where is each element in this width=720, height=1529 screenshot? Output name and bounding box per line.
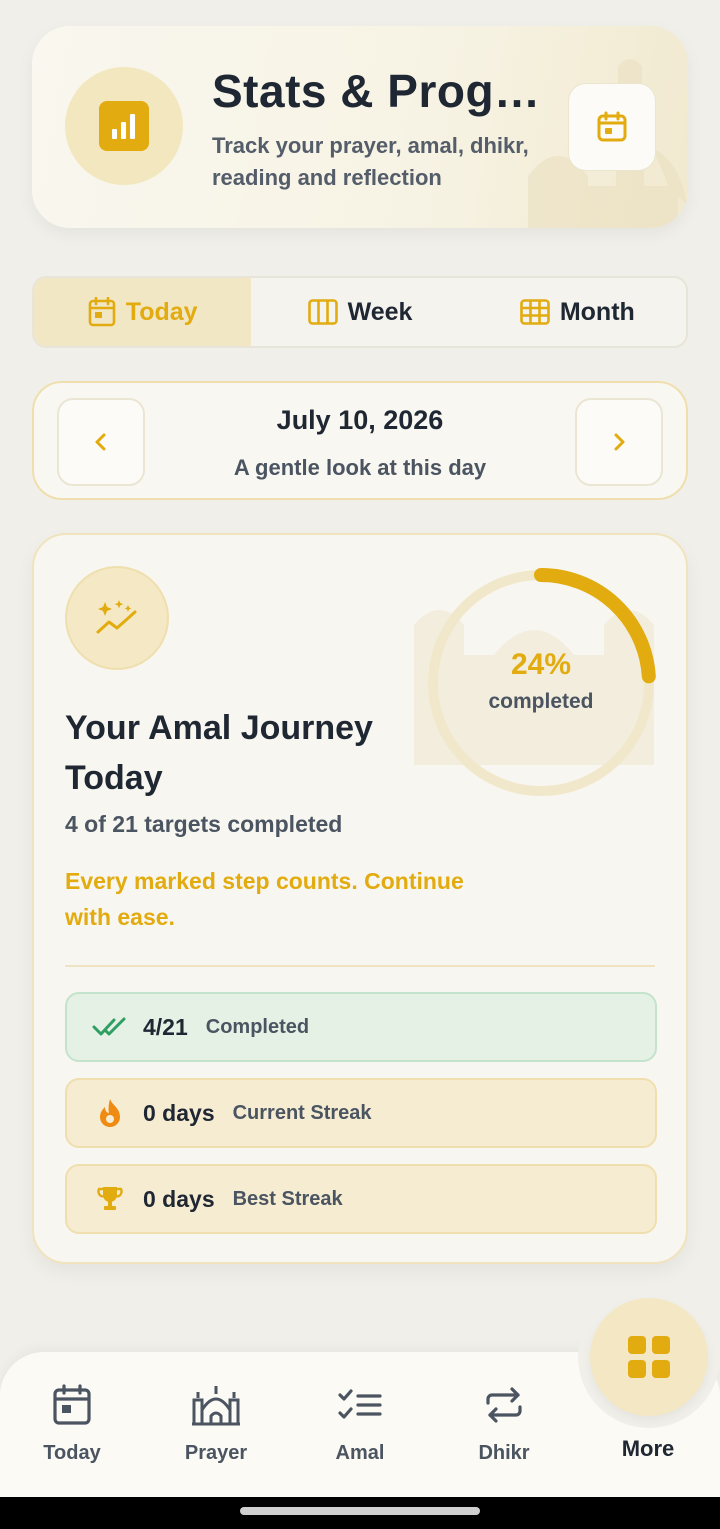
double-check-icon bbox=[89, 1016, 131, 1038]
header-card: Stats & Progress Track your prayer, amal… bbox=[32, 26, 688, 228]
trophy-icon bbox=[89, 1185, 131, 1213]
encouragement-text: Every marked step counts. Continue with … bbox=[65, 868, 464, 930]
chevron-left-icon bbox=[95, 433, 106, 451]
nav-amal-label: Amal bbox=[335, 1442, 385, 1464]
next-day-button[interactable] bbox=[575, 398, 663, 486]
calendar-day-icon bbox=[88, 297, 116, 327]
progress-percent: 24% bbox=[510, 648, 572, 681]
calendar-icon bbox=[52, 1382, 92, 1428]
grid-icon bbox=[628, 1336, 670, 1378]
journey-title: Your Amal Journey Today bbox=[65, 709, 373, 797]
tab-month-label: Month bbox=[559, 297, 635, 326]
checklist-icon bbox=[338, 1382, 382, 1428]
targets-count: 4 of 21 targets completed bbox=[65, 811, 343, 837]
nav-today[interactable]: Today bbox=[0, 1352, 144, 1498]
page-subtitle: Track your prayer, amal, dhikr, reading … bbox=[212, 133, 529, 190]
amal-journey-card: 24% completed Your Amal Journey Today 4 … bbox=[32, 533, 688, 1264]
home-indicator[interactable] bbox=[240, 1507, 480, 1515]
mosque-icon bbox=[191, 1382, 241, 1428]
nav-prayer[interactable]: Prayer bbox=[144, 1352, 288, 1498]
progress-ring-graphic bbox=[426, 568, 656, 798]
stat-completed: 4/21 Completed bbox=[65, 992, 657, 1062]
stat-best-streak-label: Best Streak bbox=[232, 1187, 343, 1210]
stat-current-streak-label: Current Streak bbox=[232, 1101, 372, 1124]
calendar-button[interactable] bbox=[568, 83, 656, 171]
journey-icon-badge bbox=[65, 566, 169, 670]
page-title: Stats & Progress bbox=[212, 65, 542, 117]
tab-week[interactable]: Week bbox=[251, 278, 468, 346]
tab-week-label: Week bbox=[347, 297, 413, 326]
stat-current-streak-value: 0 days bbox=[143, 1099, 215, 1126]
week-columns-icon bbox=[307, 299, 338, 325]
nav-more-label: More bbox=[621, 1436, 675, 1461]
progress-label: completed bbox=[488, 690, 594, 713]
progress-ring: 24% completed bbox=[424, 566, 658, 800]
nav-dhikr[interactable]: Dhikr bbox=[432, 1352, 576, 1498]
tab-today-label: Today bbox=[125, 297, 198, 326]
flame-icon bbox=[89, 1098, 131, 1128]
month-grid-icon bbox=[520, 299, 550, 325]
more-button[interactable] bbox=[590, 1298, 708, 1416]
stats-icon-badge bbox=[65, 67, 183, 185]
selected-date: July 10, 2026 bbox=[276, 405, 444, 435]
sparkle-trend-icon bbox=[96, 600, 137, 634]
period-tabs: Today Week Month bbox=[32, 276, 688, 348]
nav-amal[interactable]: Amal bbox=[288, 1352, 432, 1498]
bar-chart-icon bbox=[99, 101, 149, 151]
date-navigator: July 10, 2026 A gentle look at this day bbox=[32, 381, 688, 500]
nav-prayer-label: Prayer bbox=[184, 1442, 248, 1464]
stat-completed-label: Completed bbox=[205, 1015, 310, 1038]
date-subtitle: A gentle look at this day bbox=[233, 455, 487, 480]
nav-dhikr-label: Dhikr bbox=[478, 1442, 530, 1464]
chevron-right-icon bbox=[614, 433, 625, 451]
nav-today-label: Today bbox=[43, 1442, 101, 1464]
previous-day-button[interactable] bbox=[57, 398, 145, 486]
stat-best-streak: 0 days Best Streak bbox=[65, 1164, 657, 1234]
divider bbox=[65, 965, 655, 967]
calendar-icon bbox=[597, 111, 627, 142]
repeat-icon bbox=[484, 1382, 524, 1428]
stat-current-streak: 0 days Current Streak bbox=[65, 1078, 657, 1148]
stat-completed-value: 4/21 bbox=[143, 1013, 188, 1040]
tab-today[interactable]: Today bbox=[34, 278, 252, 346]
tab-month[interactable]: Month bbox=[469, 278, 686, 346]
stat-best-streak-value: 0 days bbox=[143, 1185, 215, 1212]
